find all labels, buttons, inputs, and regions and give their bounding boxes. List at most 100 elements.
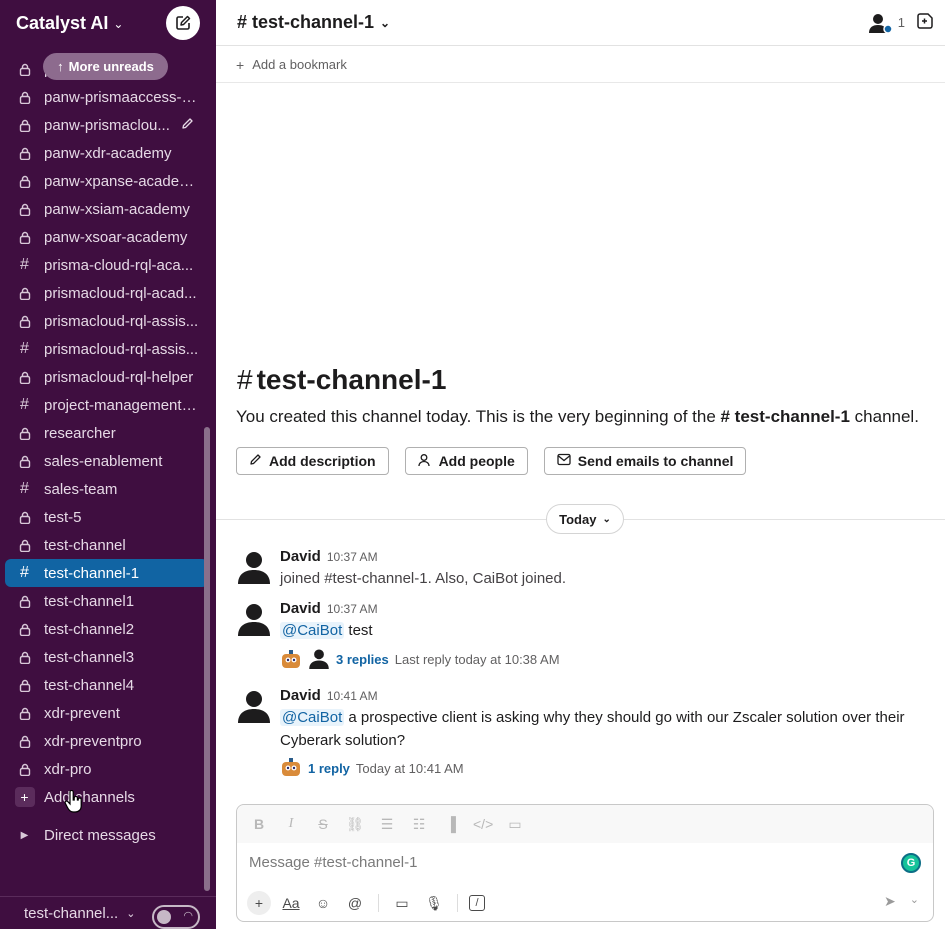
canvas-icon[interactable] (915, 11, 935, 34)
more-unreads-button[interactable]: ↑ More unreads (43, 53, 168, 80)
strikethrough-icon[interactable]: S (313, 816, 333, 832)
send-icon[interactable]: ➤ (884, 893, 896, 910)
add-people-button[interactable]: Add people (404, 447, 528, 475)
avatar[interactable] (236, 687, 272, 723)
channel-item[interactable]: panw-prismaclou... (5, 111, 208, 139)
hash-icon: # (20, 340, 29, 357)
message-time[interactable]: 10:37 AM (327, 602, 378, 616)
channel-item[interactable]: sales-enablement (5, 447, 208, 475)
channel-item[interactable]: # project-management-... (5, 391, 208, 419)
thread-summary[interactable]: 3 replies Last reply today at 10:38 AM (280, 647, 930, 672)
lock-icon (5, 595, 44, 608)
channel-item[interactable]: test-5 (5, 503, 208, 531)
channel-item[interactable]: prismacloud-rql-helper (5, 363, 208, 391)
channel-item[interactable]: test-channel (5, 531, 208, 559)
channel-item[interactable]: # sales-team (5, 475, 208, 503)
blockquote-icon[interactable]: ▐ (441, 816, 461, 832)
replies-link[interactable]: 1 reply (308, 761, 350, 776)
channel-item[interactable]: prismacloud-rql-acad... (5, 279, 208, 307)
huddle-footer[interactable]: test-channel... ⌄ ◠ (0, 896, 216, 929)
toggle-knob (157, 910, 171, 924)
slash-command-icon[interactable]: / (469, 895, 485, 911)
italic-icon[interactable]: I (281, 816, 301, 832)
link-icon[interactable]: ⛓ (345, 816, 365, 833)
channel-label: prismacloud-rql-assis... (44, 340, 199, 358)
channel-item-active[interactable]: # test-channel-1 (5, 559, 208, 587)
channel-label: panw-xpanse-academy (44, 172, 199, 190)
channel-title[interactable]: # test-channel-1 (237, 12, 374, 33)
replies-link[interactable]: 3 replies (336, 652, 389, 667)
header-actions: 1 (868, 11, 935, 34)
message-author[interactable]: David (280, 687, 321, 704)
chevron-down-icon[interactable]: ⌄ (380, 16, 390, 30)
message-text: joined #test-channel-1. Also, CaiBot joi… (280, 570, 567, 587)
date-divider-button[interactable]: Today ⌄ (546, 504, 624, 534)
chevron-down-icon[interactable]: ⌄ (113, 17, 123, 31)
sidebar: Catalyst AI ⌄ panw-...-academy panw-pris… (0, 0, 216, 929)
compose-button[interactable] (166, 6, 200, 40)
code-icon[interactable]: </> (473, 816, 493, 832)
intro-channel-link[interactable]: # test-channel-1 (721, 407, 850, 426)
lock-icon (5, 455, 44, 468)
channel-item[interactable]: test-channel1 (5, 587, 208, 615)
message-composer[interactable]: B I S ⛓ ☰ ☷ ▐ </> ▭ Message #test-channe… (236, 804, 934, 922)
channel-item[interactable]: panw-xsiam-academy (5, 195, 208, 223)
members-button[interactable]: 1 (868, 12, 905, 34)
mention-icon[interactable]: @ (343, 891, 367, 915)
mention-link[interactable]: @CaiBot (280, 622, 345, 639)
channel-item[interactable]: xdr-preventpro (5, 727, 208, 755)
mention-link[interactable]: @CaiBot (280, 709, 345, 726)
lock-icon (5, 175, 44, 188)
chevron-down-icon[interactable]: ⌄ (910, 893, 919, 910)
channel-label: panw-xsoar-academy (44, 228, 188, 246)
channel-label: test-channel (44, 536, 126, 554)
bulleted-list-icon[interactable]: ☷ (409, 816, 429, 833)
channel-item[interactable]: prismacloud-rql-assis... (5, 307, 208, 335)
thread-summary[interactable]: 1 reply Today at 10:41 AM (280, 757, 930, 779)
plus-icon: + (5, 787, 44, 807)
channel-list: panw-...-academy panw-prismaaccess-a... … (0, 54, 216, 884)
channel-item[interactable]: panw-xdr-academy (5, 139, 208, 167)
code-block-icon[interactable]: ▭ (505, 816, 525, 833)
direct-messages-section[interactable]: ▶ Direct messages (5, 821, 208, 849)
channel-item[interactable]: panw-prismaaccess-a... (5, 83, 208, 111)
video-icon[interactable]: ▭ (390, 891, 414, 915)
workspace-name[interactable]: Catalyst AI (16, 13, 108, 34)
channel-item[interactable]: xdr-prevent (5, 699, 208, 727)
channel-item[interactable]: test-channel3 (5, 643, 208, 671)
message-author[interactable]: David (280, 600, 321, 617)
channel-item[interactable]: test-channel2 (5, 615, 208, 643)
microphone-icon[interactable]: 🎙 (422, 891, 446, 915)
message-time[interactable]: 10:41 AM (327, 689, 378, 703)
message-author[interactable]: David (280, 548, 321, 565)
ordered-list-icon[interactable]: ☰ (377, 816, 397, 833)
channel-item[interactable]: test-channel4 (5, 671, 208, 699)
emoji-icon[interactable]: ☺ (311, 891, 335, 915)
channel-item[interactable]: panw-xpanse-academy (5, 167, 208, 195)
avatar[interactable] (236, 548, 272, 584)
avatar[interactable] (236, 600, 272, 636)
lock-icon (5, 707, 44, 720)
huddle-toggle[interactable]: ◠ (152, 905, 200, 929)
bold-icon[interactable]: B (249, 816, 269, 832)
message-time[interactable]: 10:37 AM (327, 550, 378, 564)
add-description-button[interactable]: Add description (236, 447, 389, 475)
formatting-toggle-icon[interactable]: Aa (279, 891, 303, 915)
channel-item[interactable]: panw-xsoar-academy (5, 223, 208, 251)
channel-item[interactable]: # prismacloud-rql-assis... (5, 335, 208, 363)
channel-item[interactable]: # prisma-cloud-rql-aca... (5, 251, 208, 279)
grammarly-icon[interactable]: G (901, 853, 921, 873)
hash-icon: # (20, 396, 29, 413)
add-channels-button[interactable]: + Add channels (5, 783, 208, 811)
lock-icon (5, 539, 44, 552)
plus-icon[interactable]: + (247, 891, 271, 915)
send-emails-button[interactable]: Send emails to channel (543, 447, 747, 475)
message-input[interactable]: Message #test-channel-1 (249, 854, 417, 871)
channel-item[interactable]: xdr-pro (5, 755, 208, 783)
toolbar-divider (457, 894, 458, 912)
bookmark-bar[interactable]: + Add a bookmark (216, 47, 945, 83)
sidebar-scrollbar[interactable] (204, 427, 210, 891)
channel-item[interactable]: researcher (5, 419, 208, 447)
headphones-icon: ◠ (183, 910, 193, 922)
hash-icon: # (237, 364, 253, 395)
